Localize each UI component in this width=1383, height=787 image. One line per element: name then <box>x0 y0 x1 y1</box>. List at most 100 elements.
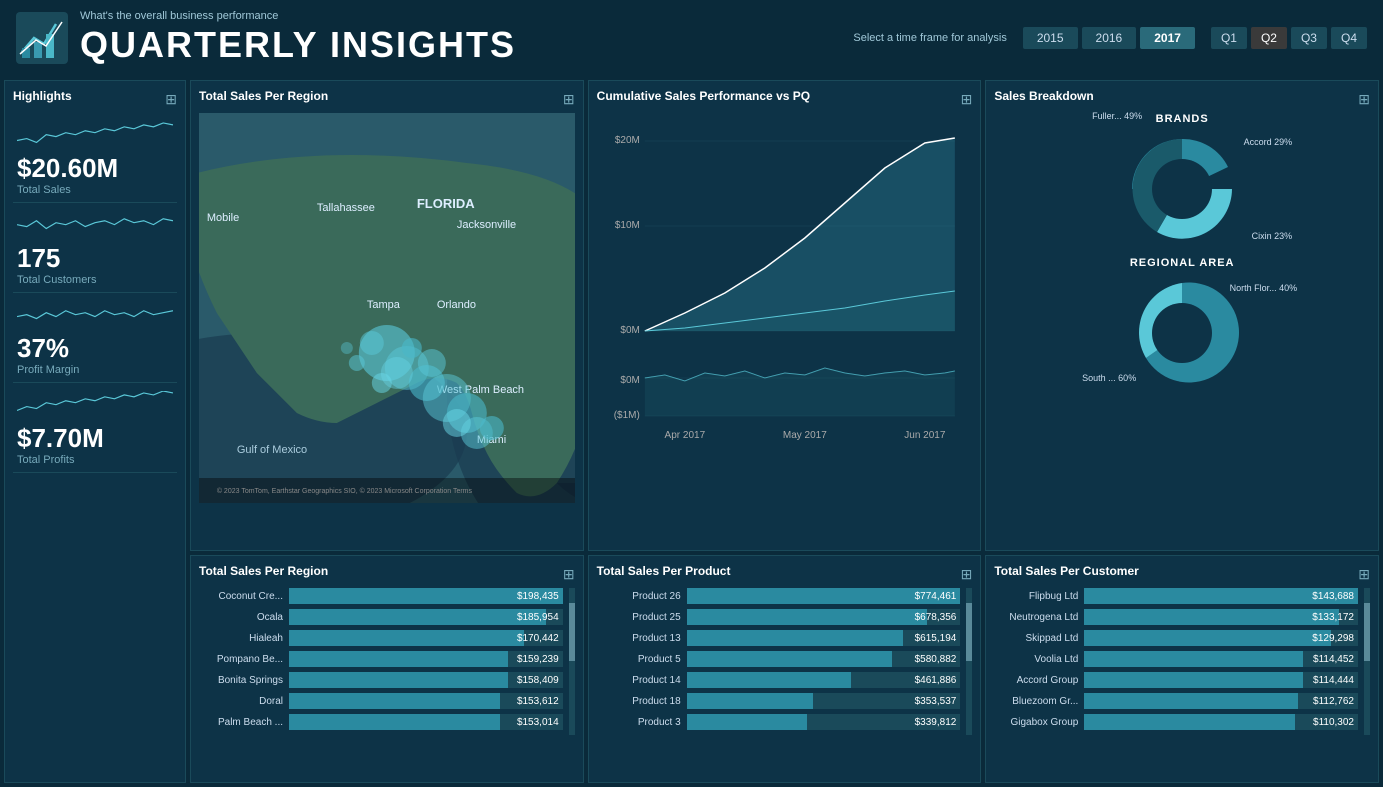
customer-bar-track-3: $114,452 <box>1084 651 1358 667</box>
svg-text:Apr 2017: Apr 2017 <box>664 430 705 441</box>
customer-bars: Flipbug Ltd $143,688 Neutrogena Ltd $133… <box>994 588 1358 735</box>
product-bar-label-4: Product 14 <box>597 675 687 686</box>
customer-bar-fill-2 <box>1084 630 1330 646</box>
breakdown-filter-icon[interactable]: ⊞ <box>1358 91 1370 108</box>
customer-bar-value-0: $143,688 <box>1312 588 1354 604</box>
regional-title: REGIONAL AREA <box>994 257 1370 269</box>
product-bar-track-1: $678,356 <box>687 609 961 625</box>
region-bar-track-0: $198,435 <box>289 588 563 604</box>
region-bar-track-4: $158,409 <box>289 672 563 688</box>
sparkline-0 <box>17 121 173 149</box>
q1-button[interactable]: Q1 <box>1211 27 1247 49</box>
svg-text:FLORIDA: FLORIDA <box>417 196 475 211</box>
product-bar-value-3: $580,882 <box>915 651 957 667</box>
map-svg: Mobile Tallahassee Jacksonville Tampa Or… <box>199 113 575 503</box>
product-bar-fill-1 <box>687 609 928 625</box>
region-bar-fill-5 <box>289 693 500 709</box>
map-filter-icon[interactable]: ⊞ <box>563 91 575 108</box>
region-bar-title: Total Sales Per Region <box>199 564 328 578</box>
customer-bar-row-1: Neutrogena Ltd $133,172 <box>994 609 1358 625</box>
region-bar-row-5: Doral $153,612 <box>199 693 563 709</box>
product-bar-value-6: $339,812 <box>915 714 957 730</box>
customer-bar-track-1: $133,172 <box>1084 609 1358 625</box>
customer-bar-fill-5 <box>1084 693 1297 709</box>
product-bar-row-0: Product 26 $774,461 <box>597 588 961 604</box>
header-subtitle: What's the overall business performance <box>80 10 853 22</box>
customer-bar-label-2: Skippad Ltd <box>994 633 1084 644</box>
product-bar-track-6: $339,812 <box>687 714 961 730</box>
region-bar-track-6: $153,014 <box>289 714 563 730</box>
svg-text:Gulf of Mexico: Gulf of Mexico <box>237 444 307 456</box>
region-bar-value-4: $158,409 <box>517 672 559 688</box>
region-bar-value-1: $185,954 <box>517 609 559 625</box>
region-bar-label-4: Bonita Springs <box>199 675 289 686</box>
product-bar-row-3: Product 5 $580,882 <box>597 651 961 667</box>
customer-bar-row-0: Flipbug Ltd $143,688 <box>994 588 1358 604</box>
customer-bar-track-2: $129,298 <box>1084 630 1358 646</box>
svg-text:$0M: $0M <box>620 375 639 386</box>
highlight-item-0: $20.60M Total Sales <box>13 115 177 203</box>
region-bar-chart: Coconut Cre... $198,435 Ocala $185,954 H… <box>199 588 575 735</box>
customer-bar-label-6: Gigabox Group <box>994 717 1084 728</box>
product-bar-fill-2 <box>687 630 903 646</box>
highlight-value-2: 37% <box>17 333 173 364</box>
customer-bar-row-4: Accord Group $114,444 <box>994 672 1358 688</box>
customer-bar-label-4: Accord Group <box>994 675 1084 686</box>
product-bar-value-4: $461,886 <box>915 672 957 688</box>
customer-bar-value-1: $133,172 <box>1312 609 1354 625</box>
region-scrollbar[interactable] <box>569 588 575 735</box>
customer-bar-filter-icon[interactable]: ⊞ <box>1358 566 1370 583</box>
product-bar-label-2: Product 13 <box>597 633 687 644</box>
brand-label-fuller: Fuller... 49% <box>1092 111 1142 121</box>
region-bar-row-1: Ocala $185,954 <box>199 609 563 625</box>
year-2016-button[interactable]: 2016 <box>1082 27 1137 49</box>
customer-bar-value-3: $114,452 <box>1313 651 1354 667</box>
product-bar-track-0: $774,461 <box>687 588 961 604</box>
customer-scrollbar[interactable] <box>1364 588 1370 735</box>
region-scroll-thumb <box>569 603 575 662</box>
region-bar-fill-1 <box>289 609 546 625</box>
region-bar-label-5: Doral <box>199 696 289 707</box>
line-chart: $20M $10M $0M $0M ($1M) <box>597 113 973 453</box>
year-2017-button[interactable]: 2017 <box>1140 27 1195 49</box>
main-grid: Highlights ⊞ $20.60M Total Sales 175 Tot… <box>0 76 1383 787</box>
region-bar-fill-4 <box>289 672 508 688</box>
cumulative-panel: Cumulative Sales Performance vs PQ ⊞ $20… <box>588 80 982 551</box>
product-bar-chart: Product 26 $774,461 Product 25 $678,356 … <box>597 588 973 735</box>
q2-button[interactable]: Q2 <box>1251 27 1287 49</box>
svg-text:Jun 2017: Jun 2017 <box>904 430 946 441</box>
header: What's the overall business performance … <box>0 0 1383 76</box>
region-bar-row-2: Hialeah $170,442 <box>199 630 563 646</box>
highlights-filter-icon[interactable]: ⊞ <box>165 91 177 108</box>
product-bar-track-4: $461,886 <box>687 672 961 688</box>
customer-bar-track-6: $110,302 <box>1084 714 1358 730</box>
map-panel: Total Sales Per Region ⊞ Mobile <box>190 80 584 551</box>
region-bar-value-2: $170,442 <box>517 630 559 646</box>
product-bar-value-2: $615,194 <box>915 630 957 646</box>
product-bar-filter-icon[interactable]: ⊞ <box>961 566 973 583</box>
product-bar-label-0: Product 26 <box>597 591 687 602</box>
customer-bar-fill-4 <box>1084 672 1303 688</box>
product-scrollbar[interactable] <box>966 588 972 735</box>
q3-button[interactable]: Q3 <box>1291 27 1327 49</box>
region-bar-row-0: Coconut Cre... $198,435 <box>199 588 563 604</box>
product-bar-value-5: $353,537 <box>915 693 957 709</box>
region-bar-filter-icon[interactable]: ⊞ <box>563 566 575 583</box>
region-bar-label-2: Hialeah <box>199 633 289 644</box>
brand-label-accord: Accord 29% <box>1244 137 1293 147</box>
product-bar-row-5: Product 18 $353,537 <box>597 693 961 709</box>
customer-bar-label-3: Voolia Ltd <box>994 654 1084 665</box>
highlight-value-0: $20.60M <box>17 153 173 184</box>
customer-bar-row-2: Skippad Ltd $129,298 <box>994 630 1358 646</box>
region-bar-value-5: $153,612 <box>517 693 559 709</box>
product-bar-track-3: $580,882 <box>687 651 961 667</box>
q4-button[interactable]: Q4 <box>1331 27 1367 49</box>
region-label-north: North Flor... 40% <box>1230 283 1298 293</box>
customer-bar-label-5: Bluezoom Gr... <box>994 696 1084 707</box>
cumulative-filter-icon[interactable]: ⊞ <box>961 91 973 108</box>
highlight-item-2: 37% Profit Margin <box>13 295 177 383</box>
region-bar-value-6: $153,014 <box>517 714 559 730</box>
product-bars: Product 26 $774,461 Product 25 $678,356 … <box>597 588 961 735</box>
highlight-value-1: 175 <box>17 243 173 274</box>
year-2015-button[interactable]: 2015 <box>1023 27 1078 49</box>
